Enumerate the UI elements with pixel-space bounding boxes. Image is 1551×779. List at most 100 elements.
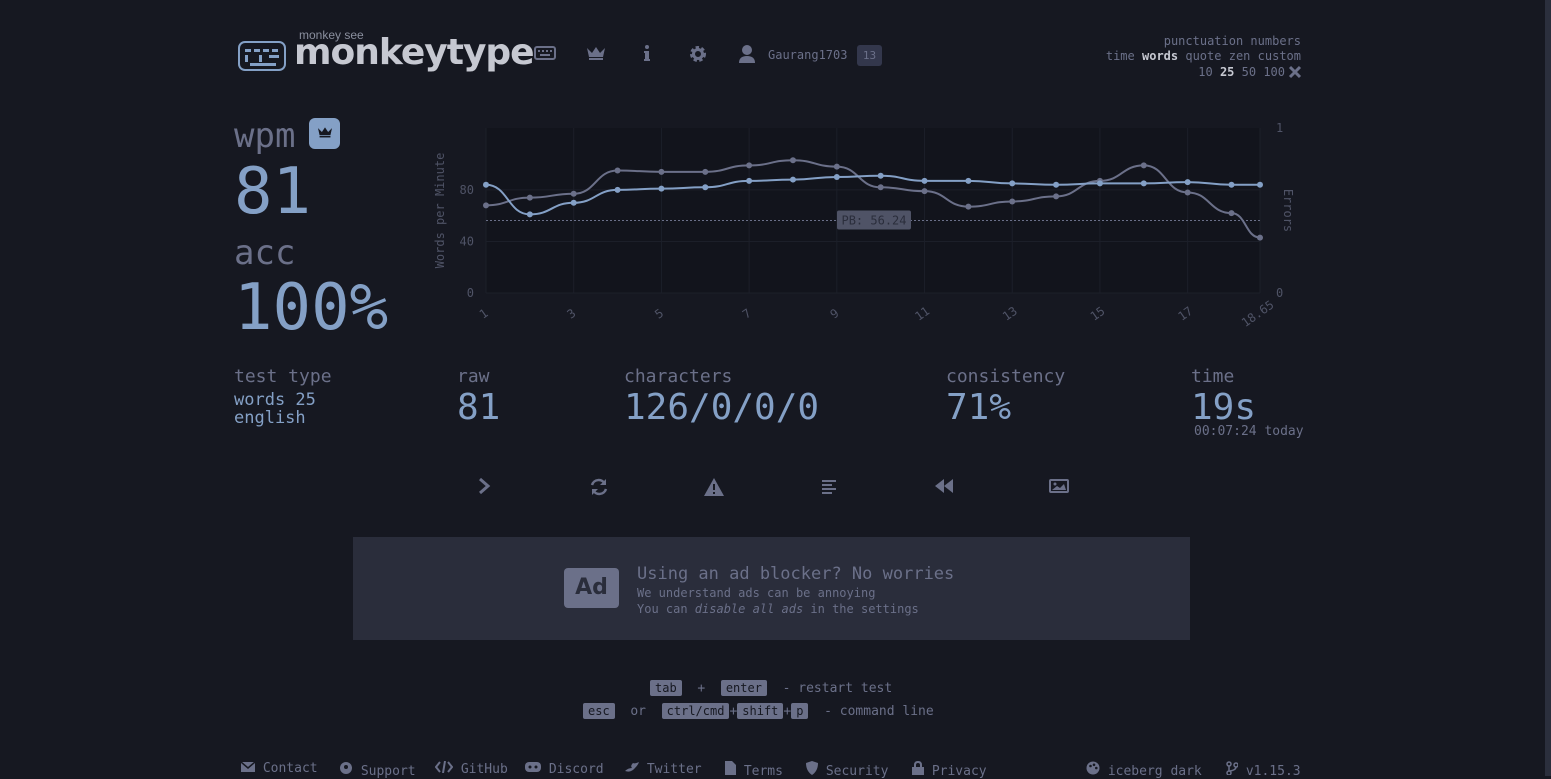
y-tick-label: 40 <box>460 234 474 248</box>
twitter-icon <box>625 762 639 772</box>
footer-twitter[interactable]: Twitter <box>625 761 702 777</box>
ad-title: Using an ad blocker? No worries <box>637 564 955 584</box>
ad-badge: Ad <box>564 568 619 608</box>
wpm-point <box>833 173 840 180</box>
footer-version[interactable]: v1.15.3 <box>1226 761 1301 779</box>
footer-security[interactable]: Security <box>806 761 888 779</box>
footer-github[interactable]: GitHub <box>434 760 508 777</box>
footer-discord[interactable]: Discord <box>525 761 604 777</box>
raw-point <box>614 167 621 174</box>
y-tick-label: 80 <box>460 183 474 197</box>
replay-icon[interactable] <box>932 477 956 501</box>
wpm-point <box>921 177 928 184</box>
key-tab: tab <box>650 680 682 696</box>
characters-label: characters <box>624 366 733 387</box>
wpm-point <box>702 184 709 191</box>
acc-label: acc <box>234 233 296 273</box>
words-history-icon[interactable] <box>817 477 841 501</box>
mode-words[interactable]: words <box>1142 49 1178 63</box>
raw-point <box>789 157 796 164</box>
ad-line-1: We understand ads can be annoying <box>637 586 876 600</box>
mode-quote[interactable]: quote <box>1185 49 1221 63</box>
count-10[interactable]: 10 <box>1198 65 1212 79</box>
y-axis-label: Words per Minute <box>433 153 447 269</box>
footer-privacy[interactable]: Privacy <box>912 760 987 779</box>
disable-ads-link[interactable]: disable all ads <box>695 602 803 616</box>
raw-value: 81 <box>457 387 501 428</box>
y2-axis-label: Errors <box>1281 189 1295 232</box>
raw-point <box>483 202 489 209</box>
time-label: time <box>1191 366 1235 387</box>
command-hint: esc or ctrl/cmd + shift + p - command line <box>583 703 934 719</box>
raw-point <box>965 203 972 210</box>
wpm-point <box>877 172 884 179</box>
raw-point <box>526 194 533 201</box>
settings-icon[interactable] <box>686 44 710 68</box>
modifiers-row[interactable]: punctuation numbers <box>1164 34 1301 48</box>
next-test-icon[interactable] <box>472 477 496 501</box>
raw-point <box>1053 193 1060 200</box>
keyboard-icon[interactable] <box>533 44 557 68</box>
personal-best-crown-icon <box>309 118 340 149</box>
footer-terms[interactable]: Terms <box>725 761 783 779</box>
raw-point <box>702 168 709 175</box>
count-100[interactable]: 100 <box>1263 65 1285 79</box>
footer-contact[interactable]: Contact <box>240 761 318 776</box>
footer-theme[interactable]: iceberg dark <box>1086 761 1202 779</box>
ad-line-2: You can disable all ads in the settings <box>637 602 919 616</box>
wpm-point <box>570 199 577 206</box>
raw-point <box>877 184 884 191</box>
raw-point <box>921 188 928 195</box>
wpm-point <box>1257 181 1263 188</box>
raw-point <box>570 190 577 197</box>
x-tick-label: 5 <box>652 306 666 322</box>
x-tick-label: 17 <box>1175 304 1195 324</box>
count-row: 10 25 50 100 <box>1198 65 1285 79</box>
x-tick-label: 3 <box>564 306 578 322</box>
consistency-label: consistency <box>946 366 1066 387</box>
wpm-point <box>1053 181 1060 188</box>
footer-support[interactable]: Support <box>339 761 416 779</box>
scrollbar[interactable] <box>1545 0 1551 776</box>
discord-icon <box>525 762 541 772</box>
consistency-value: 71% <box>946 387 1012 428</box>
restart-icon[interactable] <box>587 477 611 501</box>
y2-tick-label: 1 <box>1276 121 1283 135</box>
characters-value: 126/0/0/0 <box>624 387 820 428</box>
wpm-point <box>789 176 796 183</box>
wpm-point <box>965 177 972 184</box>
x-tick-label: 9 <box>828 306 842 322</box>
palette-icon <box>1086 761 1100 775</box>
code-icon <box>434 760 454 774</box>
info-icon[interactable] <box>635 44 659 68</box>
warning-icon[interactable] <box>702 477 726 501</box>
test-type-value-1: words 25 <box>234 390 316 410</box>
key-shift: shift <box>737 703 784 719</box>
key-ctrl: ctrl/cmd <box>661 703 730 719</box>
time-value: 19s <box>1191 387 1257 428</box>
mode-time[interactable]: time <box>1106 49 1135 63</box>
crown-icon[interactable] <box>584 44 608 68</box>
lock-icon <box>912 760 924 775</box>
mail-icon <box>240 761 256 772</box>
count-25[interactable]: 25 <box>1220 65 1234 79</box>
test-type-label: test type <box>234 366 332 387</box>
y-tick-label: 0 <box>467 286 474 300</box>
pb-label: PB: 56.24 <box>841 214 906 228</box>
mode-zen[interactable]: zen <box>1229 49 1251 63</box>
username[interactable]: Gaurang1703 <box>768 48 847 62</box>
custom-count-icon[interactable] <box>1288 64 1302 83</box>
logo-title[interactable]: monkeytype <box>294 32 535 73</box>
y2-tick-label: 0 <box>1276 286 1283 300</box>
count-50[interactable]: 50 <box>1242 65 1256 79</box>
screenshot-icon[interactable] <box>1047 477 1071 501</box>
mode-custom[interactable]: custom <box>1258 49 1301 63</box>
raw-point <box>1009 198 1016 205</box>
logo-icon[interactable] <box>238 41 286 71</box>
raw-point <box>833 163 840 170</box>
raw-label: raw <box>457 366 490 387</box>
raw-point <box>1257 234 1263 241</box>
acc-value: 100% <box>234 271 389 345</box>
user-icon[interactable] <box>735 44 759 68</box>
wpm-point <box>658 185 665 192</box>
